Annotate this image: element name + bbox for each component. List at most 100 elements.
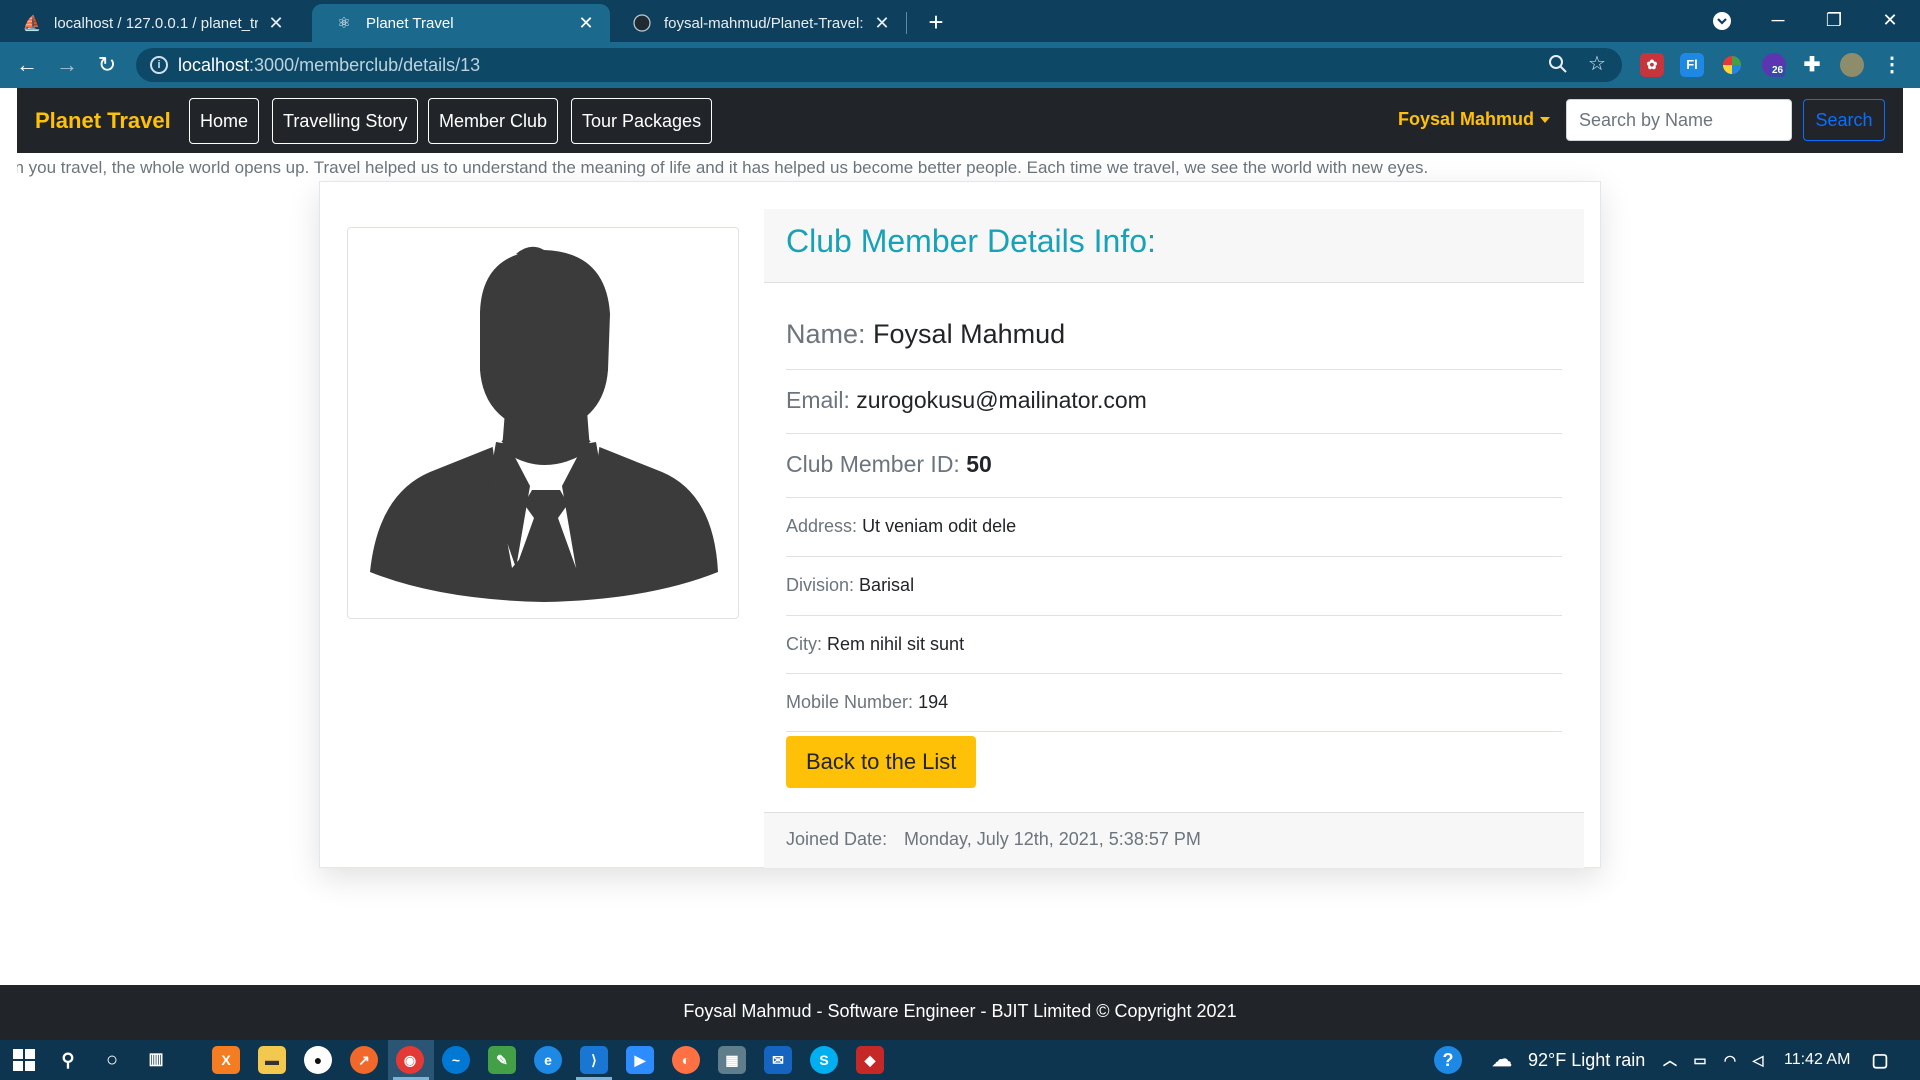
tab-separator	[906, 12, 907, 34]
brand-logo[interactable]: Planet Travel	[35, 108, 171, 134]
travel-quote-marquee: en you travel, the whole world opens up.…	[17, 155, 1903, 181]
nav-travelling-story[interactable]: Travelling Story	[272, 98, 419, 144]
messenger-icon[interactable]: ✉	[764, 1046, 792, 1074]
weather-text[interactable]: 92°F Light rain	[1528, 1050, 1645, 1071]
field-address: Address: Ut veniam odit dele	[786, 498, 1562, 557]
close-icon[interactable]: ✕	[872, 13, 892, 34]
notification-icon[interactable]: ▢	[1866, 1046, 1894, 1074]
restore-button[interactable]: ❐	[1806, 0, 1862, 42]
calculator-icon[interactable]: ▦	[718, 1046, 746, 1074]
tab-github[interactable]: foysal-mahmud/Planet-Travel: Tr ✕	[610, 4, 906, 42]
search-icon[interactable]: ⚲	[54, 1046, 82, 1074]
kebab-menu-icon[interactable]: ⋮	[1880, 53, 1904, 77]
avatar	[347, 227, 739, 619]
field-label: Name:	[786, 319, 866, 349]
cortana-icon[interactable]: ○	[98, 1046, 126, 1074]
wifi-icon[interactable]: ◠	[1716, 1046, 1744, 1074]
xampp-icon[interactable]: X	[212, 1046, 240, 1074]
postman-icon[interactable]: ↗	[350, 1046, 378, 1074]
zoom-icon[interactable]	[1548, 54, 1568, 80]
footer-text: Foysal Mahmud - Software Engineer - BJIT…	[683, 1001, 1237, 1021]
person-silhouette-icon	[370, 246, 718, 602]
field-label: City:	[786, 634, 822, 654]
edge-dev-icon[interactable]: ~	[442, 1046, 470, 1074]
site-info-icon[interactable]: i	[150, 56, 168, 74]
tab-planet-travel[interactable]: ⚛ Planet Travel ✕	[312, 4, 610, 42]
url-path: :3000/memberclub/details/13	[249, 55, 481, 75]
windows-start-icon[interactable]	[10, 1046, 38, 1074]
field-email: Email: zurogokusu@mailinator.com	[786, 370, 1562, 434]
chevron-up-icon[interactable]: ︿	[1656, 1046, 1684, 1074]
user-dropdown[interactable]: Foysal Mahmud	[1398, 109, 1551, 130]
tab-phpmyadmin[interactable]: ⛵ localhost / 127.0.0.1 / planet_trav ✕	[0, 4, 300, 42]
vscode-icon[interactable]: ⟩	[580, 1046, 608, 1074]
page-title: Club Member Details Info:	[786, 223, 1156, 259]
field-value: Ut veniam odit dele	[862, 516, 1017, 536]
back-arrow-icon[interactable]: ←	[12, 50, 42, 80]
nav-member-club[interactable]: Member Club	[428, 98, 559, 144]
marquee-text: en you travel, the whole world opens up.…	[17, 158, 1429, 177]
phpmyadmin-icon: ⛵	[22, 15, 42, 32]
member-details-card: Club Member Details Info: Name: Foysal M…	[319, 181, 1601, 868]
field-value: Foysal Mahmud	[873, 319, 1066, 349]
caret-down-icon	[1540, 117, 1551, 124]
nav-home[interactable]: Home	[189, 98, 260, 144]
notepad-plus-icon[interactable]: ✎	[488, 1046, 516, 1074]
details-panel: Club Member Details Info: Name: Foysal M…	[764, 209, 1584, 868]
zoom-app-icon[interactable]: ▶	[626, 1046, 654, 1074]
chrome-icon[interactable]: ◉	[396, 1046, 424, 1074]
weather-cloud-icon[interactable]: ☁	[1488, 1046, 1516, 1074]
react-icon: ⚛	[337, 15, 351, 32]
firefox-icon[interactable]: ◐	[672, 1046, 700, 1074]
browser-toolbar: ← → ↻ i localhost:3000/memberclub/detail…	[0, 42, 1920, 88]
close-window-button[interactable]: ✕	[1862, 0, 1918, 42]
close-icon[interactable]: ✕	[576, 13, 596, 34]
tab-title: Planet Travel	[366, 14, 454, 32]
address-bar[interactable]: i localhost:3000/memberclub/details/13 ☆	[136, 48, 1622, 82]
nav-tour-packages[interactable]: Tour Packages	[571, 98, 713, 144]
extension-fl-icon[interactable]: Fl	[1680, 53, 1704, 77]
extensions-puzzle-icon[interactable]: ✚	[1800, 53, 1824, 77]
field-value: 194	[918, 692, 949, 712]
extension-badge-icon[interactable]: 26	[1762, 53, 1786, 77]
extension-red-icon[interactable]: ✿	[1640, 53, 1664, 77]
new-tab-button[interactable]: +	[920, 6, 952, 38]
github-icon	[632, 13, 652, 33]
site-footer: Foysal Mahmud - Software Engineer - BJIT…	[0, 985, 1920, 1040]
search-input[interactable]	[1566, 99, 1792, 141]
site-navbar: Planet Travel Home Travelling Story Memb…	[17, 88, 1903, 153]
tab-title: foysal-mahmud/Planet-Travel: Tr	[664, 14, 864, 32]
search-button[interactable]: Search	[1803, 99, 1885, 141]
field-label: Mobile Number:	[786, 692, 914, 712]
field-mobile: Mobile Number: 194	[786, 674, 1562, 732]
url-text: localhost:3000/memberclub/details/13	[178, 55, 480, 76]
joined-label: Joined Date:	[786, 829, 888, 849]
field-value: zurogokusu@mailinator.com	[856, 387, 1147, 413]
back-to-list-button[interactable]: Back to the List	[786, 736, 977, 788]
edge-icon[interactable]: e	[534, 1046, 562, 1074]
joined-value: Monday, July 12th, 2021, 5:38:57 PM	[904, 829, 1201, 849]
bookmark-star-icon[interactable]: ☆	[1588, 51, 1606, 76]
field-name: Name: Foysal Mahmud	[786, 306, 1562, 370]
skype-icon[interactable]: S	[810, 1046, 838, 1074]
field-value: Barisal	[859, 575, 915, 595]
reload-icon[interactable]: ↻	[92, 50, 122, 80]
github-desktop-icon[interactable]: ●	[304, 1046, 332, 1074]
close-icon[interactable]: ✕	[266, 13, 286, 34]
tab-search-button[interactable]	[1694, 0, 1750, 42]
file-explorer-icon[interactable]: ▬	[258, 1046, 286, 1074]
volume-icon[interactable]: ◁	[1744, 1046, 1772, 1074]
app-icon[interactable]: ◆	[856, 1046, 884, 1074]
extension-color-wheel-icon[interactable]	[1720, 53, 1744, 77]
battery-icon[interactable]: ▭	[1686, 1046, 1714, 1074]
field-city: City: Rem nihil sit sunt	[786, 616, 1562, 674]
profile-avatar-icon[interactable]	[1840, 53, 1864, 77]
user-name: Foysal Mahmud	[1398, 109, 1535, 129]
help-icon[interactable]: ?	[1434, 1046, 1462, 1074]
task-view-icon[interactable]: ▥	[142, 1046, 170, 1074]
field-division: Division: Barisal	[786, 557, 1562, 616]
forward-arrow-icon[interactable]: →	[52, 50, 82, 80]
clock-time[interactable]: 11:42 AM	[1784, 1051, 1850, 1069]
minimize-button[interactable]: ─	[1750, 0, 1806, 42]
field-label: Email:	[786, 387, 850, 413]
